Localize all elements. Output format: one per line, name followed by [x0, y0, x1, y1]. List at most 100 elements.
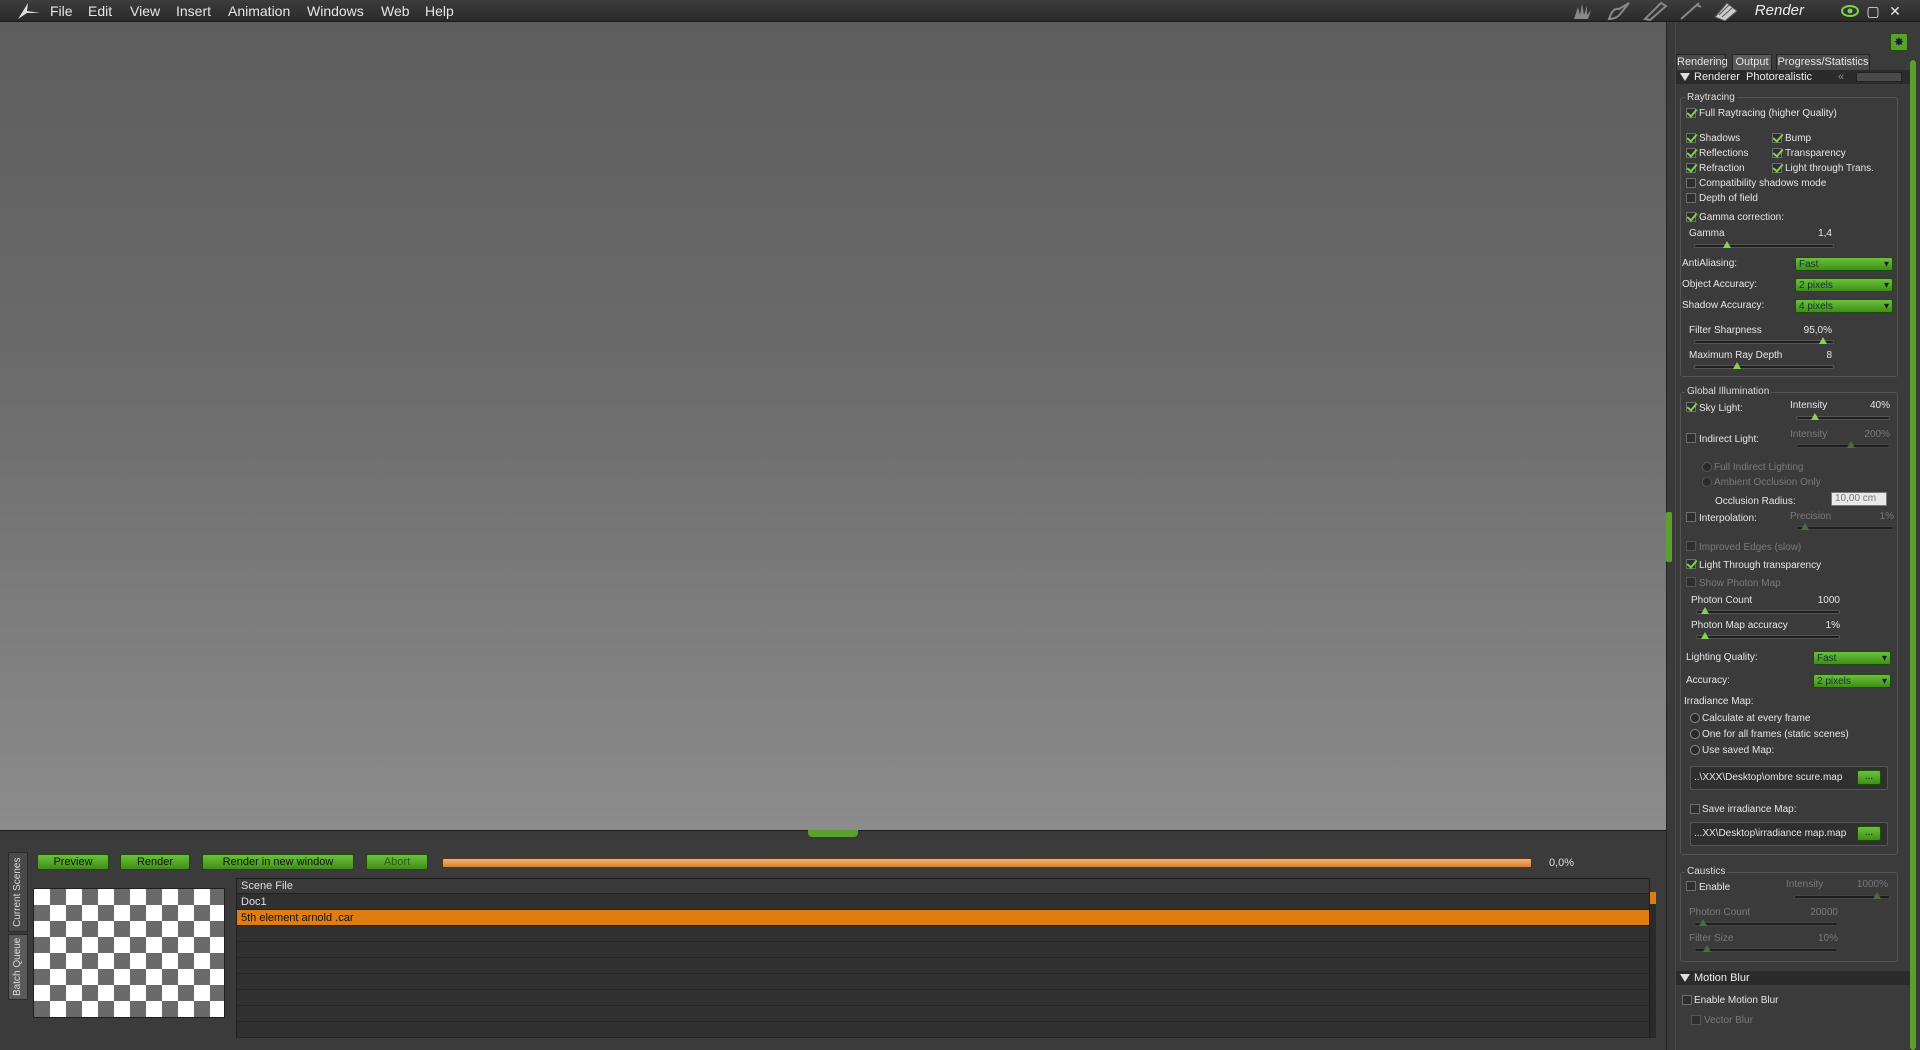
gamma-correction-checkbox[interactable]	[1686, 212, 1696, 222]
caustics-intensity-slider[interactable]	[1794, 892, 1890, 899]
menu-windows[interactable]: Windows	[307, 3, 364, 19]
photon-map-accuracy-slider[interactable]	[1696, 632, 1840, 639]
table-row-empty[interactable]	[237, 926, 1649, 942]
motion-blur-section-bar[interactable]: Motion Blur	[1676, 971, 1910, 985]
brush-tool-icon[interactable]	[1677, 1, 1705, 21]
tab-progress-statistics[interactable]: Progress/Statistics	[1776, 54, 1870, 70]
table-scrollbar-thumb[interactable]	[1650, 892, 1656, 904]
slider-thumb[interactable]	[1847, 441, 1855, 448]
transparency-checkbox[interactable]	[1772, 148, 1782, 158]
save-map-path-field[interactable]: ...XX\Desktop\irradiance map.map ...	[1690, 822, 1888, 846]
menu-view[interactable]: View	[130, 3, 160, 19]
table-scrollbar[interactable]	[1650, 892, 1656, 1038]
slider-thumb[interactable]	[1723, 241, 1731, 248]
maximize-icon[interactable]: ▢	[1864, 2, 1882, 20]
improved-edges-checkbox[interactable]	[1686, 541, 1696, 551]
shadows-checkbox[interactable]	[1686, 133, 1696, 143]
slider-thumb[interactable]	[1801, 523, 1809, 530]
enable-motion-blur-checkbox[interactable]	[1682, 995, 1692, 1005]
caustics-enable-checkbox[interactable]	[1686, 881, 1696, 891]
menu-help[interactable]: Help	[425, 3, 454, 19]
abort-button[interactable]: Abort	[366, 854, 428, 870]
save-map-browse-button[interactable]: ...	[1857, 826, 1881, 841]
slider-thumb[interactable]	[1873, 892, 1881, 899]
indirect-light-intensity-slider[interactable]	[1796, 441, 1890, 448]
slider-thumb[interactable]	[1701, 607, 1709, 614]
photon-count-slider[interactable]	[1696, 607, 1840, 614]
interpolation-precision-slider[interactable]	[1796, 523, 1894, 530]
show-photon-map-checkbox[interactable]	[1686, 577, 1696, 587]
sky-light-intensity-slider[interactable]	[1796, 413, 1890, 420]
close-icon[interactable]: ✕	[1886, 2, 1904, 20]
caustics-photon-count-slider[interactable]	[1694, 919, 1838, 926]
table-row-empty[interactable]	[237, 958, 1649, 974]
vertical-splitter-handle[interactable]	[1666, 512, 1672, 562]
render-button[interactable]: Render	[120, 854, 190, 870]
full-raytracing-checkbox[interactable]	[1686, 108, 1696, 118]
irradiance-calc-every-frame-radio[interactable]	[1690, 713, 1700, 723]
visibility-eye-icon[interactable]	[1840, 2, 1860, 20]
renderer-preset-icons[interactable]	[1856, 72, 1902, 82]
slider-thumb[interactable]	[1819, 337, 1827, 344]
slider-thumb[interactable]	[1703, 945, 1711, 952]
tab-batch-queue[interactable]: Batch Queue	[8, 934, 28, 1000]
slider-thumb[interactable]	[1699, 919, 1707, 926]
sculpt-tool-icon[interactable]	[1605, 1, 1633, 21]
antialiasing-select[interactable]: Fast	[1795, 257, 1893, 271]
sky-light-checkbox[interactable]	[1686, 402, 1696, 412]
irradiance-use-saved-radio[interactable]	[1690, 745, 1700, 755]
table-row-empty[interactable]	[237, 974, 1649, 990]
collapse-triangle-icon[interactable]	[1680, 974, 1690, 983]
menu-animation[interactable]: Animation	[228, 3, 290, 19]
tab-output[interactable]: Output	[1732, 54, 1772, 70]
irradiance-one-for-all-radio[interactable]	[1690, 729, 1700, 739]
shadow-accuracy-select[interactable]: 4 pixels	[1795, 299, 1893, 313]
renderer-select-arrow-icon[interactable]: «	[1838, 70, 1844, 84]
render-new-window-button[interactable]: Render in new window	[202, 854, 354, 870]
occlusion-radius-input[interactable]: 10,00 cm	[1831, 492, 1887, 506]
full-indirect-radio[interactable]	[1702, 462, 1712, 472]
filter-sharpness-slider[interactable]	[1694, 337, 1834, 344]
light-through-transparency-checkbox[interactable]	[1686, 559, 1696, 569]
table-row-empty[interactable]	[237, 1022, 1649, 1038]
bump-checkbox[interactable]	[1772, 133, 1782, 143]
max-ray-depth-slider[interactable]	[1694, 362, 1834, 369]
collapse-triangle-icon[interactable]	[1680, 73, 1690, 82]
interpolation-checkbox[interactable]	[1686, 512, 1696, 522]
reflections-checkbox[interactable]	[1686, 148, 1696, 158]
table-row-empty[interactable]	[237, 1006, 1649, 1022]
save-irradiance-checkbox[interactable]	[1690, 804, 1700, 814]
object-accuracy-select[interactable]: 2 pixels	[1795, 278, 1893, 292]
panel-pin-icon[interactable]: ✸	[1890, 33, 1908, 51]
table-row-empty[interactable]	[237, 942, 1649, 958]
table-row-selected[interactable]: 5th element arnold .car	[237, 910, 1649, 926]
render-mode-icon[interactable]	[1712, 1, 1740, 21]
render-viewport[interactable]	[0, 22, 1666, 830]
app-logo-icon[interactable]	[14, 1, 42, 21]
saved-map-path-field[interactable]: ..\XXX\Desktop\ombre scure.map ...	[1690, 766, 1888, 790]
table-header-scene-file[interactable]: Scene File	[237, 879, 1649, 894]
horizontal-splitter-handle[interactable]	[808, 830, 858, 837]
compat-shadows-checkbox[interactable]	[1686, 178, 1696, 188]
saved-map-browse-button[interactable]: ...	[1857, 770, 1881, 785]
slider-thumb[interactable]	[1733, 362, 1741, 369]
menu-edit[interactable]: Edit	[88, 3, 112, 19]
gamma-slider[interactable]	[1694, 241, 1834, 248]
renderer-select[interactable]: Photorealistic	[1746, 70, 1812, 84]
panel-scrollbar-thumb[interactable]	[1910, 60, 1916, 1050]
slider-thumb[interactable]	[1811, 413, 1819, 420]
tab-rendering[interactable]: Rendering	[1676, 54, 1728, 70]
hand-tool-icon[interactable]	[1568, 1, 1596, 21]
tab-current-scenes[interactable]: Current Scenes	[8, 852, 28, 932]
slider-thumb[interactable]	[1701, 632, 1709, 639]
light-through-trans-checkbox[interactable]	[1772, 163, 1782, 173]
menu-web[interactable]: Web	[381, 3, 410, 19]
menu-file[interactable]: File	[50, 3, 73, 19]
accuracy-select[interactable]: 2 pixels	[1813, 674, 1891, 688]
menu-insert[interactable]: Insert	[176, 3, 211, 19]
preview-button[interactable]: Preview	[37, 854, 109, 870]
lighting-quality-select[interactable]: Fast	[1813, 651, 1891, 665]
caustics-filter-size-slider[interactable]	[1694, 945, 1838, 952]
vector-blur-checkbox[interactable]	[1691, 1015, 1701, 1025]
depth-of-field-checkbox[interactable]	[1686, 193, 1696, 203]
